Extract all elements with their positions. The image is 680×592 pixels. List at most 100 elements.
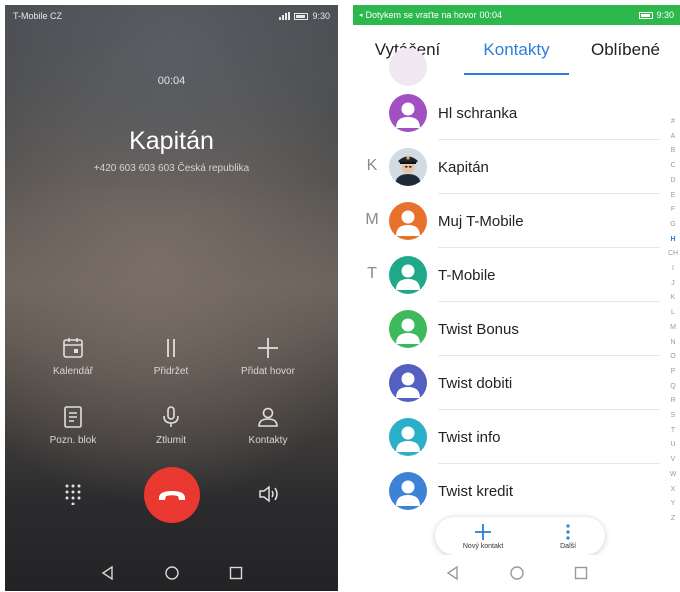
contact-name: Twist info: [438, 429, 501, 446]
hold-label: Přidržet: [153, 366, 189, 377]
index-letter[interactable]: R: [666, 394, 680, 409]
contact-name: Kapitán: [438, 159, 489, 176]
index-letter[interactable]: L: [666, 306, 680, 321]
dialpad-button[interactable]: [63, 483, 83, 506]
mute-button[interactable]: Ztlumit: [126, 404, 216, 446]
index-letter-active[interactable]: H: [666, 233, 680, 248]
list-item[interactable]: Hl schranka: [353, 86, 680, 140]
avatar: [389, 364, 427, 402]
index-letter[interactable]: D: [666, 174, 680, 189]
battery-icon: [639, 11, 654, 19]
contacts-button[interactable]: Kontakty: [223, 404, 313, 446]
index-letter[interactable]: T: [666, 424, 680, 439]
back-icon[interactable]: [445, 565, 461, 581]
navigation-bar: [353, 555, 680, 591]
more-vertical-icon: [566, 523, 570, 540]
index-letter[interactable]: B: [666, 144, 680, 159]
index-letter[interactable]: Z: [666, 512, 680, 527]
avatar: [389, 202, 427, 240]
mute-label: Ztlumit: [156, 435, 186, 446]
index-letter[interactable]: J: [666, 277, 680, 292]
person-icon: [396, 264, 420, 290]
return-to-call-text: Dotykem se vraťte na hovor: [365, 10, 477, 20]
index-letter[interactable]: U: [666, 438, 680, 453]
call-screen: T-Mobile CZ 9:30 00:04 Kapitán +420 603 …: [5, 5, 338, 591]
list-item[interactable]: T T-Mobile: [353, 248, 680, 302]
avatar: [389, 148, 427, 186]
add-call-button[interactable]: Přidat hovor: [223, 335, 313, 377]
plus-icon: [255, 335, 281, 361]
index-letter[interactable]: W: [666, 468, 680, 483]
index-letter[interactable]: CH: [666, 247, 680, 262]
list-item[interactable]: Twist kredit: [353, 464, 680, 518]
return-call-time: 00:04: [479, 10, 502, 20]
hangup-icon: [159, 491, 185, 500]
list-item[interactable]: Twist info: [353, 410, 680, 464]
recents-icon[interactable]: [573, 565, 589, 581]
notepad-icon: [60, 404, 86, 430]
index-letter[interactable]: K: [666, 291, 680, 306]
speaker-button[interactable]: [257, 483, 281, 505]
end-call-button[interactable]: [144, 467, 200, 523]
contacts-screen: ◂ Dotykem se vraťte na hovor 00:04 9:30 …: [353, 5, 680, 591]
person-icon: [396, 102, 420, 128]
hold-button[interactable]: Přidržet: [126, 335, 216, 377]
section-letter: K: [366, 157, 378, 174]
index-letter[interactable]: V: [666, 453, 680, 468]
person-icon: [396, 372, 420, 398]
dialpad-icon: [65, 484, 81, 506]
clock: 9:30: [656, 10, 674, 20]
contact-name: Muj T-Mobile: [438, 213, 524, 230]
back-icon[interactable]: [100, 565, 116, 581]
return-to-call-bar[interactable]: ◂ Dotykem se vraťte na hovor 00:04 9:30: [353, 5, 680, 25]
index-letter[interactable]: M: [666, 321, 680, 336]
speaker-icon: [259, 485, 278, 503]
index-letter[interactable]: S: [666, 409, 680, 424]
notepad-button[interactable]: Pozn. blok: [28, 404, 118, 446]
avatar: [389, 48, 427, 86]
index-letter[interactable]: A: [666, 130, 680, 145]
list-item[interactable]: Twist Bonus: [353, 302, 680, 356]
index-letter[interactable]: Y: [666, 497, 680, 512]
section-letter: T: [367, 265, 377, 282]
plus-icon: [475, 523, 492, 540]
contact-name: Twist kredit: [438, 483, 514, 500]
index-letter[interactable]: E: [666, 189, 680, 204]
person-icon: [396, 480, 420, 506]
contact-name: Hl schranka: [438, 105, 518, 122]
person-icon: [396, 210, 420, 236]
index-letter[interactable]: O: [666, 350, 680, 365]
action-pill: Nový kontakt Další: [435, 517, 605, 555]
index-letter[interactable]: P: [666, 365, 680, 380]
tab-contacts[interactable]: Kontakty: [462, 25, 571, 75]
index-letter[interactable]: G: [666, 218, 680, 233]
new-contact-button[interactable]: Nový kontakt: [463, 523, 503, 550]
list-item[interactable]: K Kapitán: [353, 140, 680, 194]
tab-favorites[interactable]: Oblíbené: [571, 25, 680, 75]
call-timer: 00:04: [157, 75, 186, 87]
calendar-button[interactable]: Kalendář: [28, 335, 118, 377]
more-button[interactable]: Další: [559, 523, 577, 550]
section-letter: M: [365, 211, 379, 228]
index-letter[interactable]: F: [666, 203, 680, 218]
avatar: [389, 418, 427, 456]
index-letter[interactable]: N: [666, 336, 680, 351]
contact-name: T-Mobile: [438, 267, 496, 284]
list-item[interactable]: M Muj T-Mobile: [353, 194, 680, 248]
avatar: [389, 256, 427, 294]
home-icon[interactable]: [164, 565, 180, 581]
alphabet-index[interactable]: # A B C D E F G H CH I J K L M N O P Q R…: [666, 115, 680, 527]
index-letter[interactable]: #: [666, 115, 680, 130]
navigation-bar: [5, 555, 338, 591]
microphone-icon: [158, 404, 184, 430]
list-item[interactable]: Twist dobiti: [353, 356, 680, 410]
recents-icon[interactable]: [228, 565, 244, 581]
index-letter[interactable]: C: [666, 159, 680, 174]
person-icon: [396, 426, 420, 452]
avatar: [389, 310, 427, 348]
index-letter[interactable]: X: [666, 483, 680, 498]
carrier-label: T-Mobile CZ: [13, 11, 63, 21]
index-letter[interactable]: I: [666, 262, 680, 277]
home-icon[interactable]: [509, 565, 525, 581]
index-letter[interactable]: Q: [666, 380, 680, 395]
